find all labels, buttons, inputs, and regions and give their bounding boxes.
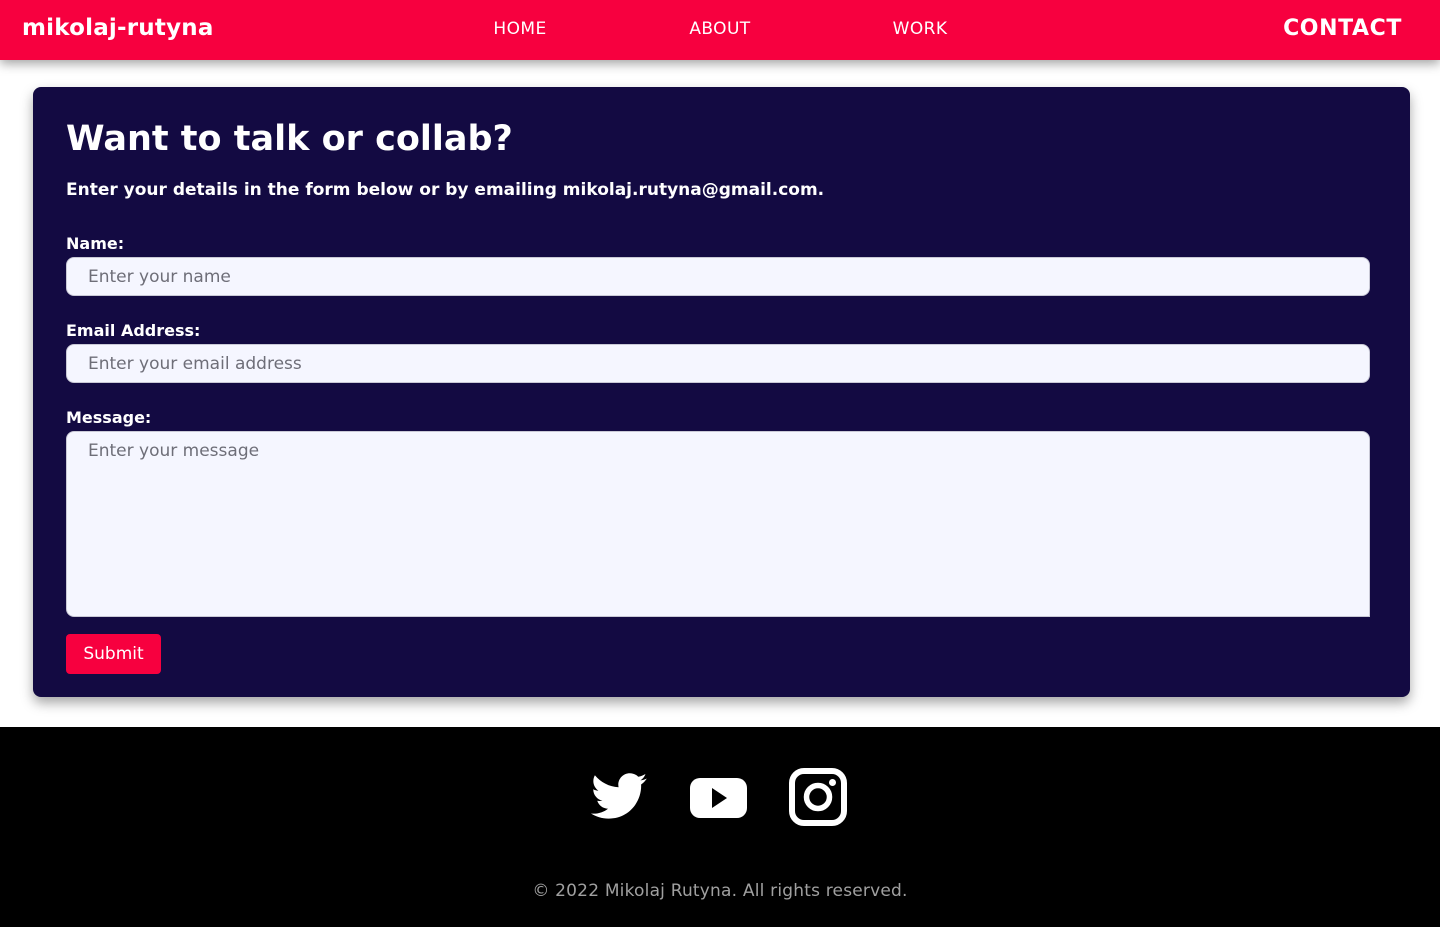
copyright-text: © 2022 Mikolaj Rutyna. All rights reserv…: [532, 881, 908, 901]
page-subtitle: Enter your details in the form below or …: [66, 180, 825, 200]
site-logo[interactable]: mikolaj-rutyna: [22, 15, 214, 41]
nav-home-link[interactable]: HOME: [460, 19, 580, 39]
contact-card: Want to talk or collab? Enter your detai…: [33, 87, 1410, 697]
name-label: Name:: [66, 234, 125, 253]
email-input[interactable]: [66, 344, 1370, 383]
nav-about-link[interactable]: ABOUT: [660, 19, 780, 39]
name-input[interactable]: [66, 257, 1370, 296]
submit-button[interactable]: Submit: [66, 634, 161, 674]
instagram-icon: [789, 768, 847, 826]
nav-contact-link[interactable]: CONTACT: [1283, 16, 1402, 41]
email-label: Email Address:: [66, 321, 201, 340]
twitter-link[interactable]: [588, 767, 648, 827]
site-header: mikolaj-rutyna HOME ABOUT WORK CONTACT: [0, 0, 1440, 60]
nav-work-link[interactable]: WORK: [860, 19, 980, 39]
youtube-icon: [690, 778, 747, 818]
message-textarea[interactable]: [66, 431, 1370, 617]
twitter-icon: [590, 773, 647, 819]
youtube-link[interactable]: [688, 767, 748, 827]
message-label: Message:: [66, 408, 152, 427]
instagram-link[interactable]: [788, 767, 848, 827]
site-footer: © 2022 Mikolaj Rutyna. All rights reserv…: [0, 727, 1440, 927]
page-title: Want to talk or collab?: [66, 119, 513, 159]
